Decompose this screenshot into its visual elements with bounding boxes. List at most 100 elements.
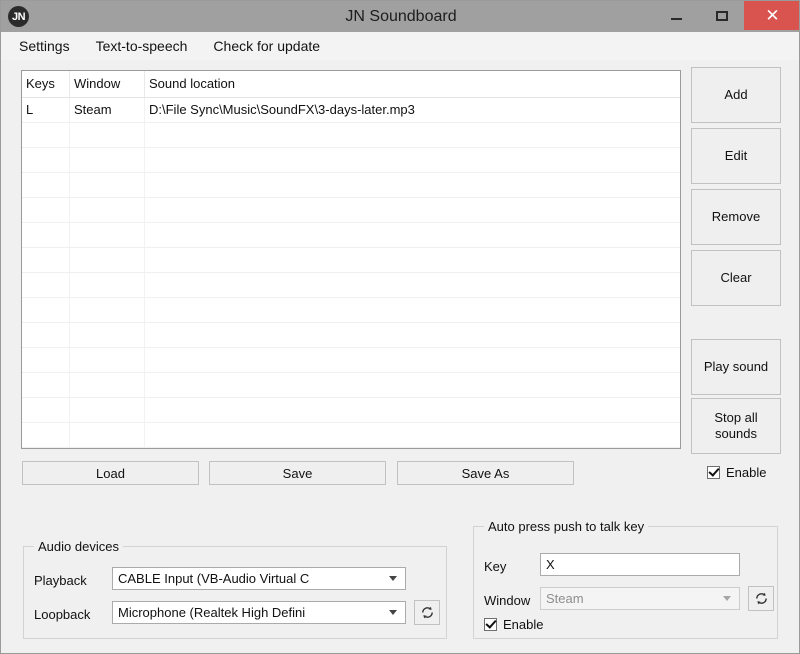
checkbox-icon bbox=[707, 466, 720, 479]
clear-button[interactable]: Clear bbox=[691, 250, 781, 306]
cell-window bbox=[70, 348, 145, 372]
list-header: Keys Window Sound location bbox=[22, 71, 680, 98]
cell-window bbox=[70, 173, 145, 197]
cell-window bbox=[70, 423, 145, 447]
chevron-down-icon bbox=[389, 610, 397, 615]
menu-bar: Settings Text-to-speech Check for update bbox=[1, 32, 800, 60]
cell-keys bbox=[22, 348, 70, 372]
cell-keys bbox=[22, 173, 70, 197]
cell-keys bbox=[22, 123, 70, 147]
save-button[interactable]: Save bbox=[209, 461, 386, 485]
chevron-down-icon bbox=[723, 596, 731, 601]
refresh-audio-devices-button[interactable] bbox=[414, 600, 440, 625]
menu-item-text-to-speech[interactable]: Text-to-speech bbox=[95, 36, 189, 56]
cell-window bbox=[70, 223, 145, 247]
ptt-key-value: X bbox=[546, 557, 555, 572]
cell-sound-location bbox=[145, 398, 680, 422]
table-row[interactable] bbox=[22, 323, 680, 348]
table-row[interactable] bbox=[22, 273, 680, 298]
stop-all-sounds-button[interactable]: Stop all sounds bbox=[691, 398, 781, 454]
edit-button[interactable]: Edit bbox=[691, 128, 781, 184]
chevron-down-icon bbox=[389, 576, 397, 581]
add-button[interactable]: Add bbox=[691, 67, 781, 123]
cell-sound-location bbox=[145, 198, 680, 222]
menu-item-settings[interactable]: Settings bbox=[18, 36, 71, 56]
cell-sound-location bbox=[145, 423, 680, 447]
sound-list[interactable]: Keys Window Sound location LSteamD:\File… bbox=[21, 70, 681, 449]
maximize-button[interactable] bbox=[699, 1, 744, 30]
cell-sound-location bbox=[145, 348, 680, 372]
push-to-talk-title: Auto press push to talk key bbox=[484, 519, 648, 534]
play-sound-button[interactable]: Play sound bbox=[691, 339, 781, 395]
table-row[interactable] bbox=[22, 198, 680, 223]
audio-devices-title: Audio devices bbox=[34, 539, 123, 554]
cell-window: Steam bbox=[70, 98, 145, 122]
cell-window bbox=[70, 148, 145, 172]
column-header-keys[interactable]: Keys bbox=[22, 71, 70, 97]
menu-item-check-for-update[interactable]: Check for update bbox=[212, 36, 321, 56]
table-row[interactable] bbox=[22, 423, 680, 448]
audio-devices-group: Audio devices Playback CABLE Input (VB-A… bbox=[23, 546, 447, 639]
cell-window bbox=[70, 448, 145, 449]
table-row[interactable] bbox=[22, 123, 680, 148]
cell-sound-location bbox=[145, 248, 680, 272]
table-row[interactable] bbox=[22, 148, 680, 173]
enable-soundboard-checkbox[interactable]: Enable bbox=[707, 465, 766, 480]
load-button[interactable]: Load bbox=[22, 461, 199, 485]
cell-window bbox=[70, 323, 145, 347]
close-icon: ✕ bbox=[765, 7, 779, 24]
cell-keys: L bbox=[22, 98, 70, 122]
ptt-key-input[interactable]: X bbox=[540, 553, 740, 576]
table-row[interactable]: LSteamD:\File Sync\Music\SoundFX\3-days-… bbox=[22, 98, 680, 123]
cell-sound-location bbox=[145, 148, 680, 172]
refresh-icon bbox=[420, 605, 435, 620]
table-row[interactable] bbox=[22, 173, 680, 198]
table-row[interactable] bbox=[22, 448, 680, 449]
cell-keys bbox=[22, 273, 70, 297]
column-header-window[interactable]: Window bbox=[70, 71, 145, 97]
loopback-combo[interactable]: Microphone (Realtek High Defini bbox=[112, 601, 406, 624]
playback-combo[interactable]: CABLE Input (VB-Audio Virtual C bbox=[112, 567, 406, 590]
jn-soundboard-window: JN JN Soundboard ✕ Settings Text-to-spee… bbox=[0, 0, 800, 654]
cell-window bbox=[70, 398, 145, 422]
cell-window bbox=[70, 123, 145, 147]
minimize-button[interactable] bbox=[654, 1, 699, 30]
table-row[interactable] bbox=[22, 398, 680, 423]
ptt-enable-checkbox[interactable]: Enable bbox=[484, 617, 543, 632]
cell-keys bbox=[22, 323, 70, 347]
table-row[interactable] bbox=[22, 248, 680, 273]
ptt-key-label: Key bbox=[484, 559, 506, 574]
cell-window bbox=[70, 298, 145, 322]
refresh-window-list-button[interactable] bbox=[748, 586, 774, 611]
cell-window bbox=[70, 273, 145, 297]
table-row[interactable] bbox=[22, 348, 680, 373]
minimize-icon bbox=[671, 18, 682, 20]
cell-sound-location bbox=[145, 173, 680, 197]
playback-label: Playback bbox=[34, 573, 87, 588]
cell-keys bbox=[22, 198, 70, 222]
loopback-label: Loopback bbox=[34, 607, 90, 622]
cell-keys bbox=[22, 398, 70, 422]
ptt-window-combo[interactable]: Steam bbox=[540, 587, 740, 610]
remove-button[interactable]: Remove bbox=[691, 189, 781, 245]
table-row[interactable] bbox=[22, 298, 680, 323]
table-row[interactable] bbox=[22, 373, 680, 398]
playback-value: CABLE Input (VB-Audio Virtual C bbox=[118, 571, 309, 586]
cell-sound-location bbox=[145, 273, 680, 297]
list-body: LSteamD:\File Sync\Music\SoundFX\3-days-… bbox=[22, 98, 680, 449]
cell-sound-location bbox=[145, 373, 680, 397]
cell-window bbox=[70, 248, 145, 272]
cell-keys bbox=[22, 298, 70, 322]
maximize-icon bbox=[716, 11, 728, 21]
cell-sound-location bbox=[145, 223, 680, 247]
table-row[interactable] bbox=[22, 223, 680, 248]
cell-sound-location bbox=[145, 323, 680, 347]
column-header-sound-location[interactable]: Sound location bbox=[145, 71, 680, 97]
cell-keys bbox=[22, 448, 70, 449]
save-as-button[interactable]: Save As bbox=[397, 461, 574, 485]
close-button[interactable]: ✕ bbox=[744, 1, 800, 30]
cell-sound-location bbox=[145, 123, 680, 147]
cell-window bbox=[70, 198, 145, 222]
ptt-window-value: Steam bbox=[546, 591, 584, 606]
enable-soundboard-label: Enable bbox=[726, 465, 766, 480]
